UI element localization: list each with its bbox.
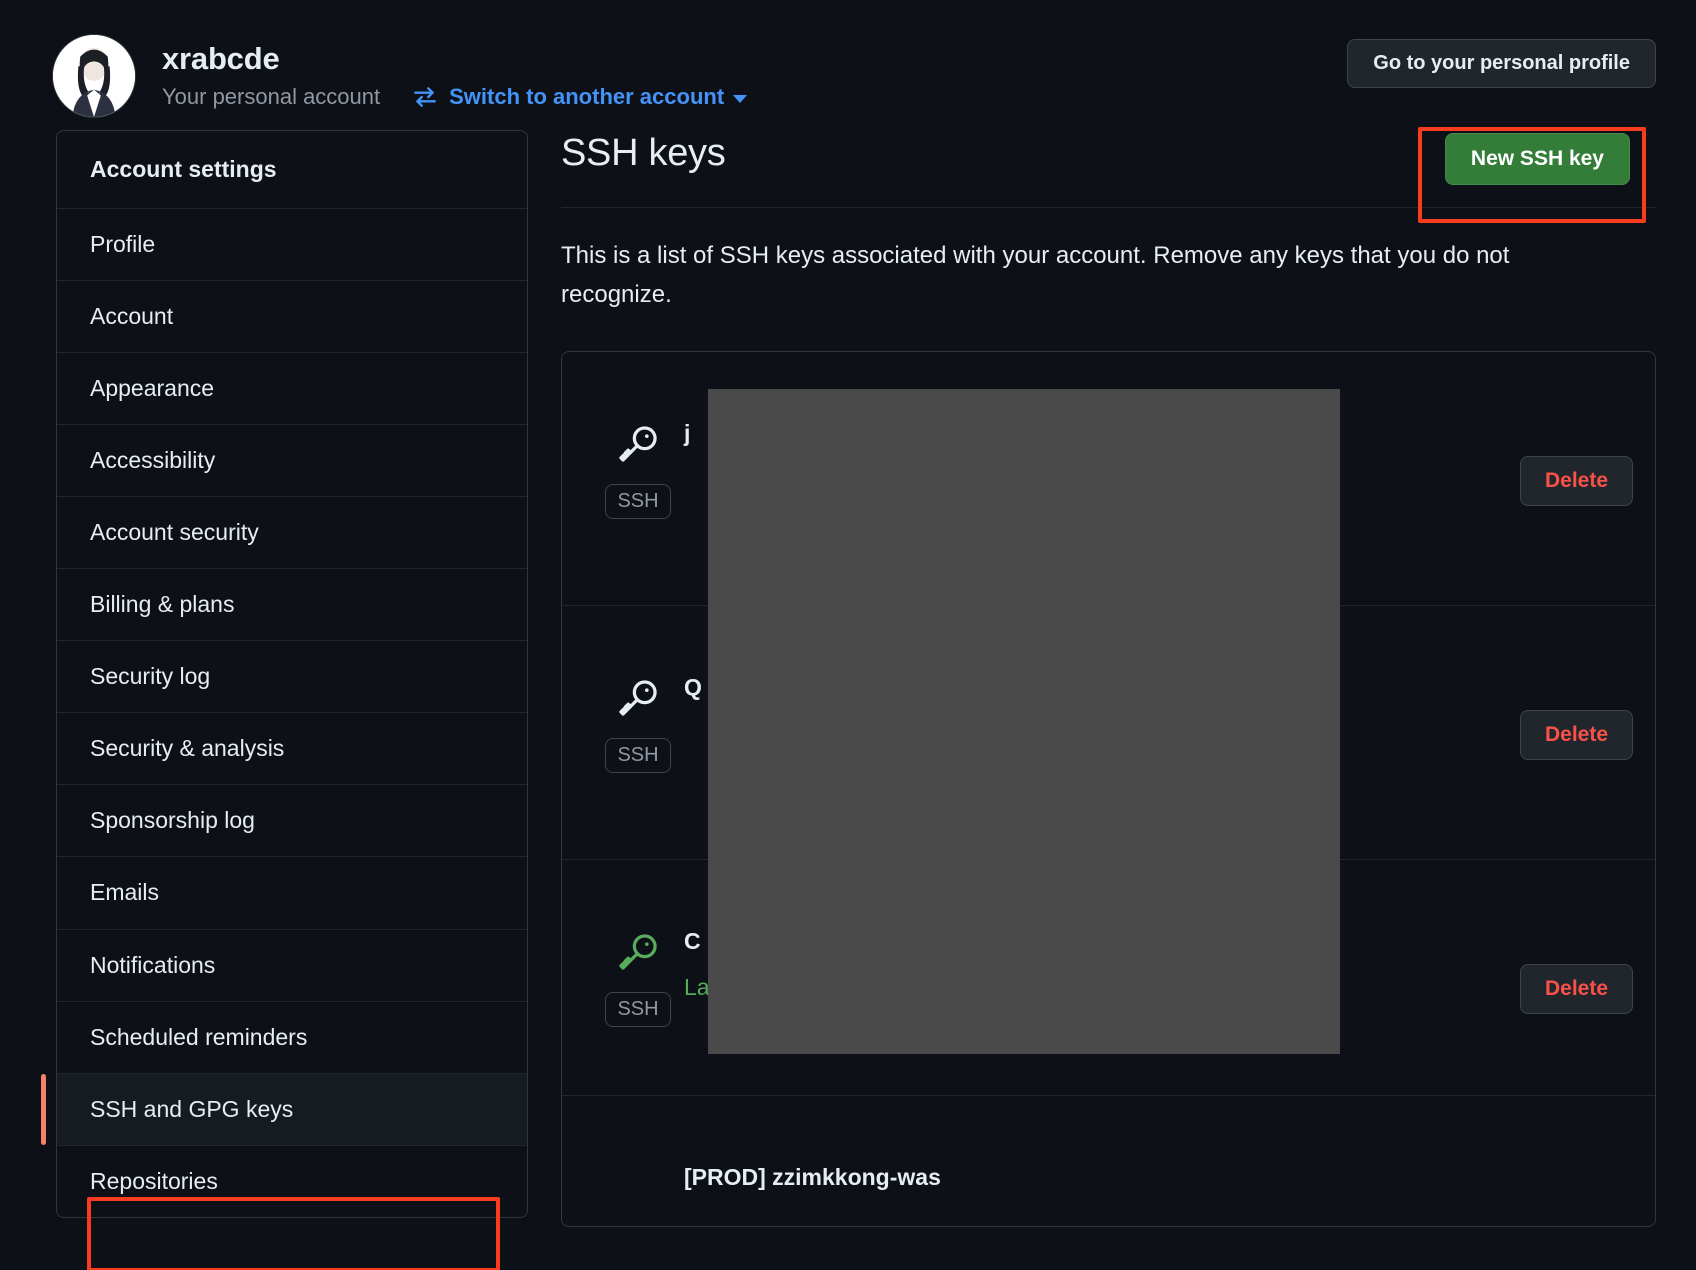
table-row: SSH Q Delete: [562, 606, 1655, 860]
key-icon-column: SSH: [592, 632, 684, 773]
sidebar-item-billing-and-plans[interactable]: Billing & plans: [57, 569, 527, 642]
delete-button[interactable]: Delete: [1519, 709, 1633, 760]
ssh-badge: SSH: [605, 737, 671, 773]
delete-column: Delete: [1502, 632, 1633, 760]
sidebar-item-security-log[interactable]: Security log: [57, 641, 527, 714]
switch-account-button[interactable]: Switch to another account: [412, 84, 748, 110]
main-header: SSH keys New SSH key: [561, 130, 1656, 208]
key-title: Q: [684, 673, 702, 700]
key-last-used: Last used within the last week: [684, 973, 990, 1000]
settings-sidebar: Account settings Profile Account Appeara…: [41, 130, 528, 1270]
go-to-personal-profile-button[interactable]: Go to your personal profile: [1347, 39, 1656, 88]
table-row: [PROD] zzimkkong-was: [562, 1096, 1655, 1226]
sidebar-heading-account-settings: Account settings: [57, 131, 527, 210]
key-info: C Last used within the last week — Read/…: [684, 886, 1502, 1004]
avatar-illustration: [53, 35, 135, 117]
key-info: [PROD] zzimkkong-was: [684, 1122, 1615, 1193]
key-icon: [619, 934, 657, 970]
sidebar-item-emails[interactable]: Emails: [57, 857, 527, 930]
key-meta: Last used within the last week — Read/wr…: [684, 971, 1502, 1004]
key-title: C: [684, 927, 701, 954]
sidebar-item-sponsorship-log[interactable]: Sponsorship log: [57, 785, 527, 858]
avatar: [52, 34, 136, 118]
page-body: Account settings Profile Account Appeara…: [0, 127, 1696, 1270]
ssh-key-list: SSH j Delete SSH Q Delete SSH C Last use…: [561, 350, 1656, 1227]
sidebar-item-profile[interactable]: Profile: [57, 209, 527, 282]
main-content: SSH keys New SSH key This is a list of S…: [561, 127, 1656, 1227]
key-info: Q: [684, 632, 1502, 703]
account-name: xrabcde: [162, 41, 280, 77]
table-row: SSH C Last used within the last week — R…: [562, 860, 1655, 1096]
new-ssh-key-button[interactable]: New SSH key: [1444, 133, 1630, 185]
account-subtitle-row: Your personal account Switch to another …: [162, 83, 748, 112]
page-title: SSH keys: [561, 132, 726, 174]
delete-column: Delete: [1502, 378, 1633, 506]
intro-description: This is a list of SSH keys associated wi…: [561, 242, 1510, 308]
account-subtitle: Your personal account: [162, 84, 381, 110]
key-access-scope: — Read/write: [995, 973, 1136, 1000]
key-info: j: [684, 378, 1502, 449]
delete-button[interactable]: Delete: [1519, 455, 1633, 506]
key-icon-column: [592, 1122, 684, 1166]
delete-column: Delete: [1502, 886, 1633, 1014]
key-title: [PROD] zzimkkong-was: [684, 1163, 941, 1190]
sidebar-item-account-security[interactable]: Account security: [57, 497, 527, 570]
ssh-badge: SSH: [605, 991, 671, 1027]
delete-column: [1615, 1122, 1633, 1200]
key-title: j: [684, 419, 691, 446]
sidebar-item-ssh-and-gpg-keys[interactable]: SSH and GPG keys: [41, 1073, 527, 1146]
account-header: xrabcde Your personal account Switch to …: [0, 0, 1696, 130]
sidebar-item-accessibility[interactable]: Accessibility: [57, 425, 527, 498]
delete-button[interactable]: Delete: [1519, 963, 1633, 1014]
sidebar-item-security-and-analysis[interactable]: Security & analysis: [57, 713, 527, 786]
key-icon-column: SSH: [592, 886, 684, 1027]
sidebar-item-appearance[interactable]: Appearance: [57, 353, 527, 426]
account-header-text: xrabcde Your personal account Switch to …: [162, 40, 748, 112]
key-icon-column: SSH: [592, 378, 684, 519]
ssh-badge: SSH: [605, 483, 671, 519]
sidebar-item-account[interactable]: Account: [57, 281, 527, 354]
sidebar-item-notifications[interactable]: Notifications: [57, 930, 527, 1002]
table-row: SSH j Delete: [562, 352, 1655, 606]
sidebar-item-scheduled-reminders[interactable]: Scheduled reminders: [57, 1002, 527, 1074]
switch-arrows-icon: [412, 86, 438, 108]
key-icon: [619, 426, 657, 462]
switch-account-label: Switch to another account: [449, 84, 725, 110]
sidebar-item-repositories[interactable]: Repositories: [57, 1146, 527, 1217]
key-icon: [619, 680, 657, 716]
chevron-down-icon: [733, 94, 748, 103]
